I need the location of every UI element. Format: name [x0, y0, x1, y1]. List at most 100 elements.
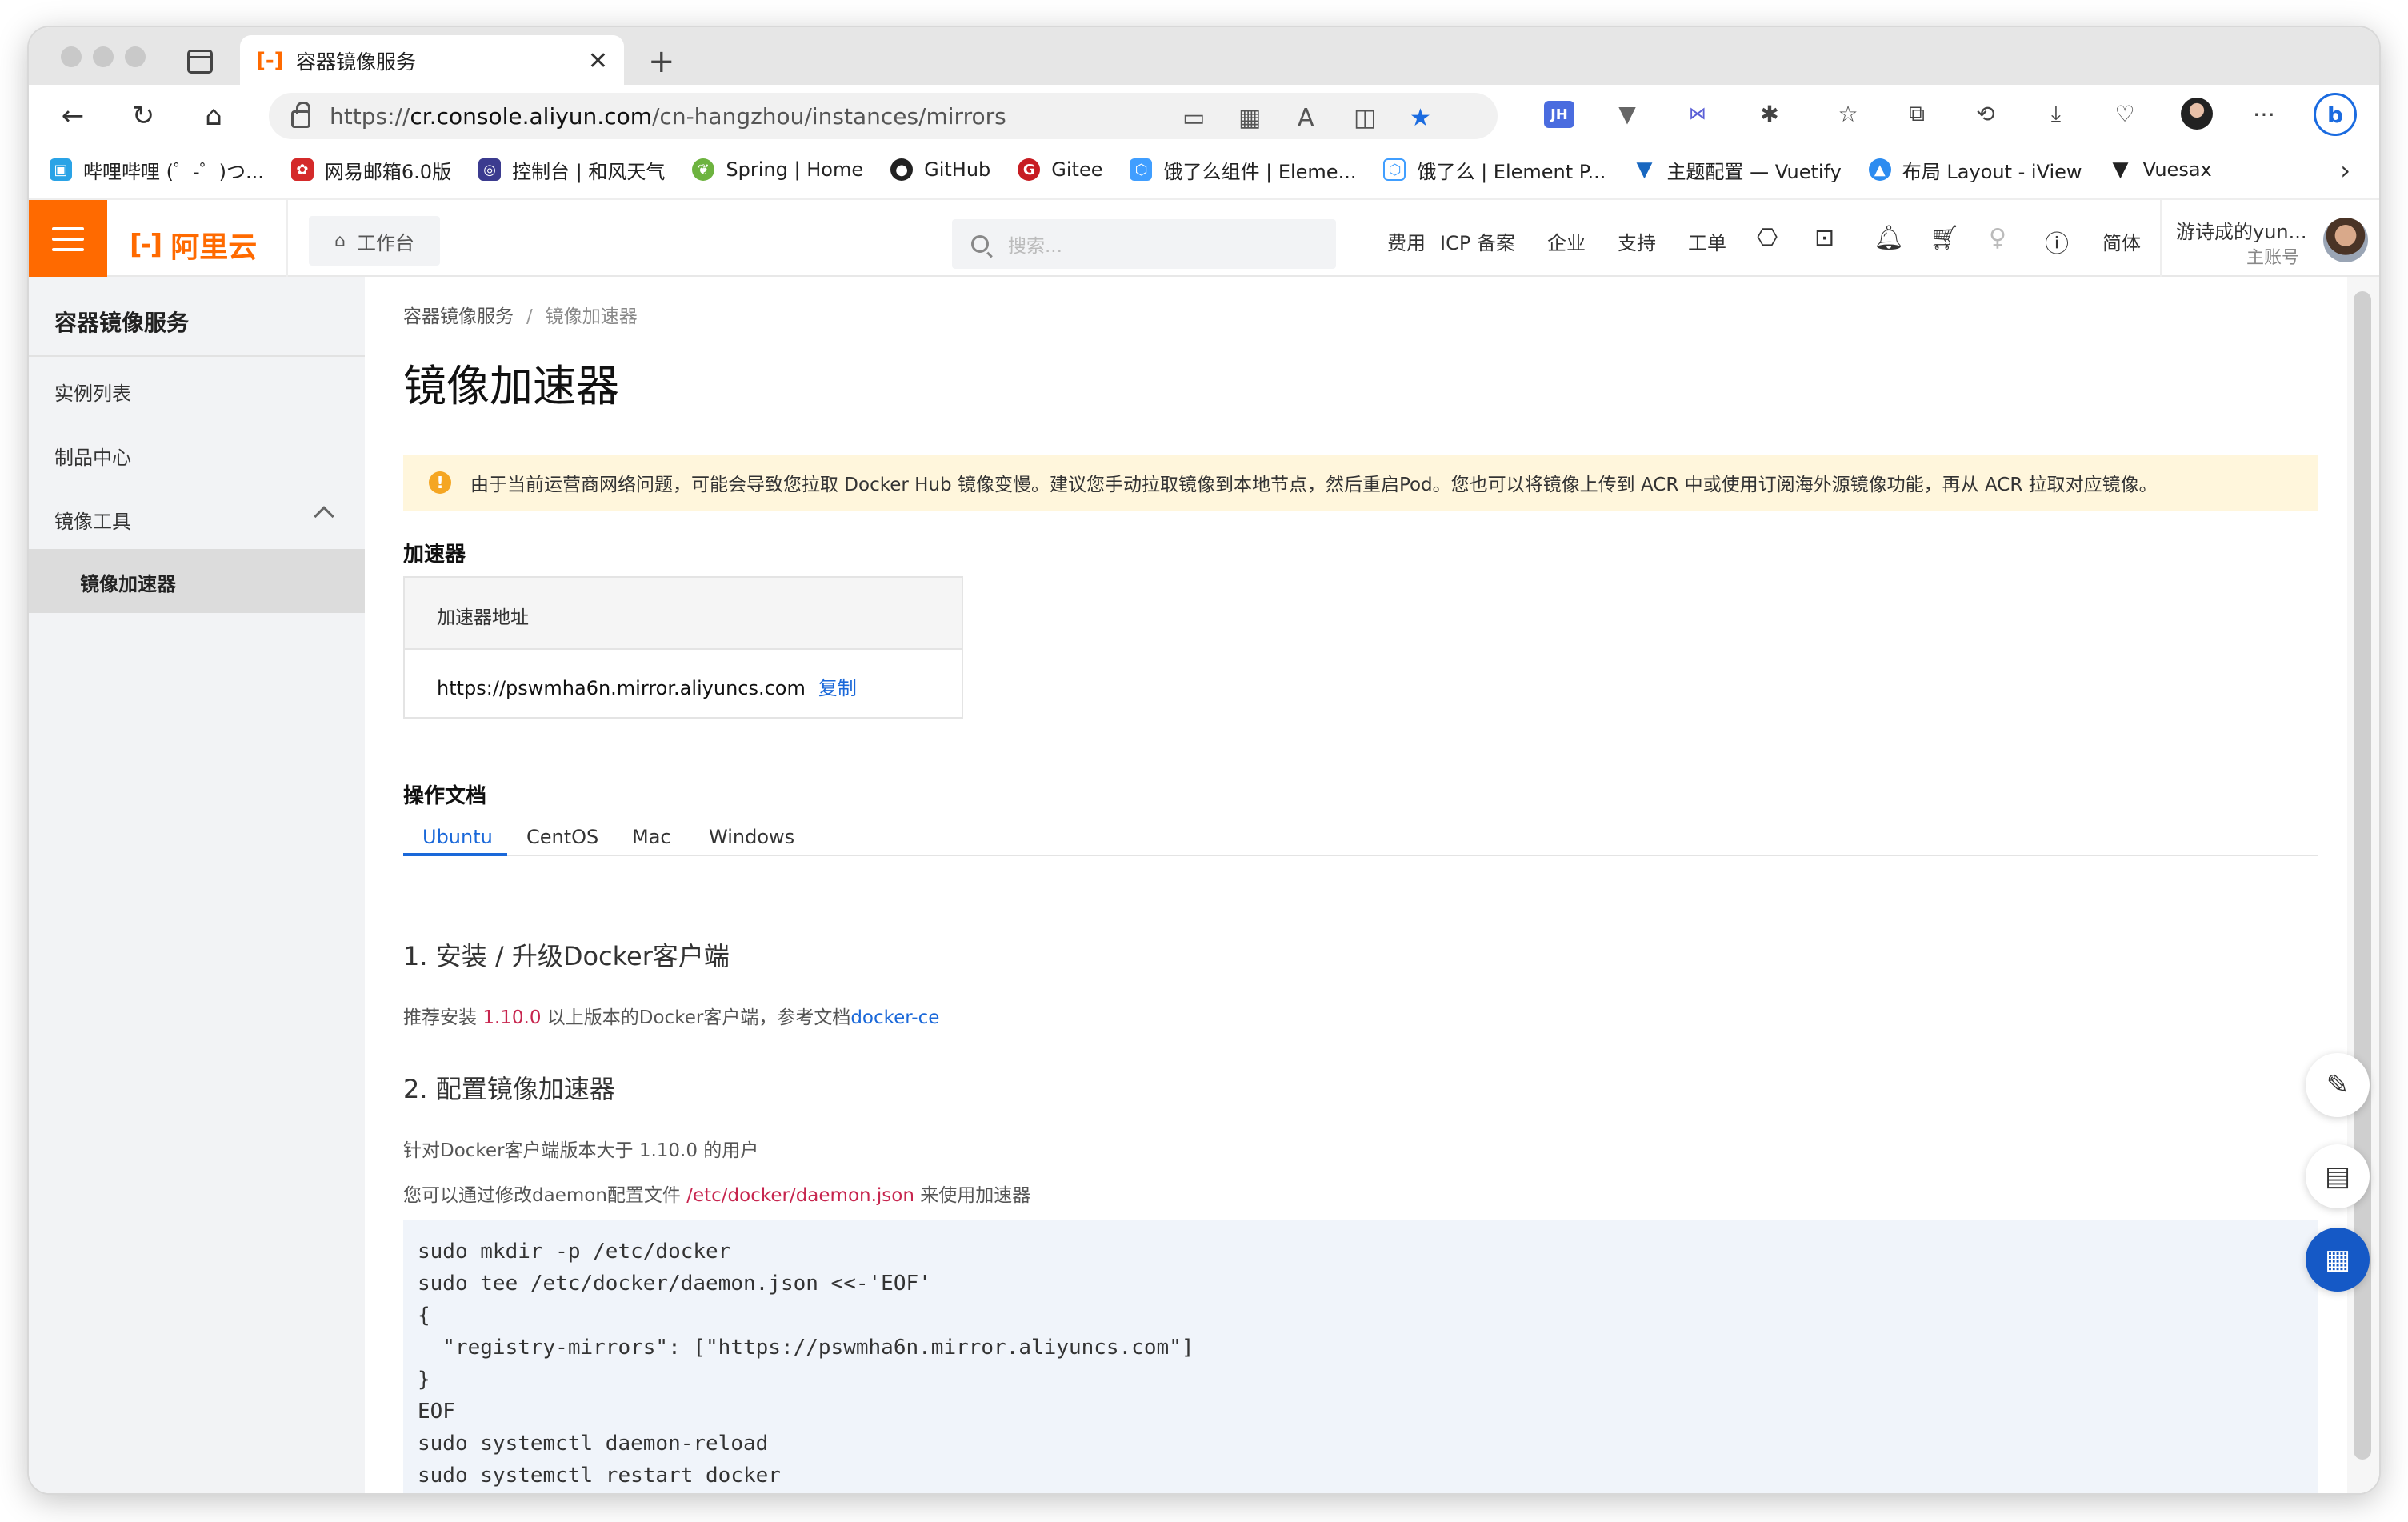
sidebar-title: 容器镜像服务: [54, 310, 190, 336]
language-switch[interactable]: 简体: [2102, 227, 2141, 255]
tab-actions-icon[interactable]: [187, 50, 213, 74]
refresh-icon[interactable]: ↻: [125, 98, 162, 134]
step1-text: 推荐安装 1.10.0 以上版本的Docker客户端，参考文档docker-ce: [403, 1007, 940, 1028]
step2-text-1: 针对Docker客户端版本大于 1.10.0 的用户: [403, 1140, 759, 1161]
collections-icon[interactable]: ⧉: [1901, 98, 1933, 130]
extension-icon[interactable]: ⋈: [1682, 98, 1714, 130]
notice-text: 由于当前运营商网络问题，可能会导致您拉取 Docker Hub 镜像变慢。建议您…: [470, 475, 2158, 495]
divider: [29, 355, 365, 357]
address-bar[interactable]: https://cr.console.aliyun.com/cn-hangzho…: [269, 93, 1498, 139]
bookmark-github[interactable]: ● GitHub: [890, 158, 990, 181]
user-name[interactable]: 游诗成的yun...: [2176, 216, 2307, 244]
breadcrumb-separator: /: [526, 306, 533, 327]
home-icon[interactable]: ⌂: [195, 98, 232, 134]
terminal-icon[interactable]: ⊡: [1814, 224, 1834, 252]
tab-ubuntu[interactable]: Ubuntu: [422, 826, 493, 848]
chevron-right-icon[interactable]: ›: [2340, 155, 2350, 186]
aliyun-logo-icon: [-]: [130, 229, 162, 261]
docs-heading: 操作文档: [403, 784, 487, 808]
profile-avatar[interactable]: [2181, 98, 2213, 130]
tab-windows[interactable]: Windows: [709, 826, 794, 848]
tab-mac[interactable]: Mac: [632, 826, 671, 848]
minimize-window-button[interactable]: [93, 46, 114, 67]
tab-centos[interactable]: CentOS: [526, 826, 598, 848]
close-window-button[interactable]: [61, 46, 82, 67]
sidebar-item-artifacts[interactable]: 制品中心: [54, 442, 131, 470]
browser-tab[interactable]: [-] 容器镜像服务 ✕: [240, 35, 624, 86]
notification-bell-icon[interactable]: 🔔︎: [1874, 224, 1904, 252]
aliyun-favicon-icon: [-]: [256, 49, 284, 73]
favorite-star-icon[interactable]: ★: [1410, 104, 1431, 132]
jh-extension-icon[interactable]: JH: [1544, 101, 1574, 128]
split-screen-icon[interactable]: ◫: [1354, 104, 1376, 132]
search-input[interactable]: 搜索...: [952, 219, 1336, 269]
cart-icon[interactable]: 🛒︎: [1930, 224, 1960, 252]
back-icon[interactable]: ←: [54, 98, 91, 134]
aliyun-logo[interactable]: [-] 阿里云: [130, 224, 257, 266]
extensions-puzzle-icon[interactable]: ✱: [1754, 98, 1786, 130]
help-icon[interactable]: ⓘ: [2045, 224, 2069, 259]
performance-icon[interactable]: ♡: [2109, 98, 2141, 130]
docker-ce-link[interactable]: docker-ce: [850, 1007, 939, 1028]
bilibili-icon: ▣: [50, 158, 72, 181]
vue-devtools-icon[interactable]: ▼: [1611, 98, 1643, 130]
link-billing[interactable]: 费用: [1387, 227, 1426, 255]
favorites-icon[interactable]: ☆: [1832, 98, 1864, 130]
main-content: 容器镜像服务 / 镜像加速器 镜像加速器 ! 由于当前运营商网络问题，可能会导致您拉…: [365, 277, 2379, 1493]
sidebar-item-accelerator[interactable]: 镜像加速器: [29, 549, 365, 613]
workbench-button[interactable]: ⌂ 工作台: [309, 216, 440, 266]
bookmark-163mail[interactable]: ✿ 网易邮箱6.0版: [290, 156, 451, 184]
copy-link[interactable]: 复制: [818, 677, 857, 699]
bookmark-element-plus[interactable]: ⬡ 饿了么 | Element P...: [1383, 156, 1606, 184]
lock-icon: [291, 102, 310, 128]
bookmark-spring[interactable]: ❦ Spring | Home: [692, 158, 863, 181]
sidebar-item-instances[interactable]: 实例列表: [54, 378, 131, 406]
url-prefix: https://: [330, 102, 410, 130]
new-tab-icon[interactable]: +: [648, 43, 675, 80]
zoom-window-button[interactable]: [125, 46, 146, 67]
more-icon[interactable]: ⋯: [2248, 98, 2280, 130]
hamburger-menu-button[interactable]: [29, 200, 107, 278]
avatar[interactable]: [2323, 218, 2368, 262]
read-aloud-icon[interactable]: A: [1298, 104, 1314, 132]
divider: [2160, 200, 2162, 278]
history-icon[interactable]: ⟲: [1970, 98, 2002, 130]
apps-grid-icon[interactable]: ▦: [2306, 1228, 2370, 1292]
gitee-icon: G: [1018, 158, 1041, 181]
link-icp[interactable]: ICP 备案: [1440, 227, 1515, 255]
lightbulb-icon[interactable]: ♀: [1989, 224, 2006, 252]
bookmark-qweather[interactable]: ◎ 控制台 | 和风天气: [478, 156, 665, 184]
bookmark-gitee[interactable]: G Gitee: [1018, 158, 1102, 181]
device-icon[interactable]: ▭: [1182, 104, 1205, 132]
chat-icon[interactable]: ▤: [2306, 1144, 2370, 1208]
active-tab-indicator: [403, 853, 507, 856]
bookmark-iview[interactable]: ▲ 布局 Layout - iView: [1868, 156, 2082, 184]
link-support[interactable]: 支持: [1618, 227, 1656, 255]
chevron-up-icon[interactable]: [314, 506, 334, 527]
bookmark-element-ui[interactable]: ⬡ 饿了么组件 | Eleme...: [1130, 156, 1356, 184]
cloud-shell-icon[interactable]: ⎔: [1757, 224, 1778, 252]
bookmark-vuesax[interactable]: ▼ Vuesax: [2109, 158, 2212, 182]
bookmark-vuetify[interactable]: ▼ 主题配置 — Vuetify: [1633, 156, 1842, 184]
code-block[interactable]: sudo mkdir -p /etc/docker sudo tee /etc/…: [403, 1220, 2318, 1493]
bookmark-bilibili[interactable]: ▣ 哔哩哔哩 (゜-゜)つ...: [50, 156, 264, 184]
link-ticket[interactable]: 工单: [1688, 227, 1726, 255]
close-tab-icon[interactable]: ✕: [588, 47, 608, 75]
divider: [286, 200, 288, 278]
sidebar: 容器镜像服务 实例列表 制品中心 镜像工具 镜像加速器: [29, 277, 365, 1493]
vuetify-icon: ▼: [1633, 158, 1656, 182]
breadcrumb-root[interactable]: 容器镜像服务: [403, 306, 514, 327]
breadcrumb-current: 镜像加速器: [545, 306, 638, 327]
bookmarks-bar: ▣ 哔哩哔哩 (゜-゜)つ... ✿ 网易邮箱6.0版 ◎ 控制台 | 和风天气 ❦ S…: [29, 147, 2379, 192]
sidebar-item-image-tools[interactable]: 镜像工具: [54, 506, 131, 534]
search-icon: [971, 235, 989, 253]
url-path: /cn-hangzhou/instances/mirrors: [652, 102, 1006, 130]
edit-feedback-icon[interactable]: ✎: [2306, 1053, 2370, 1117]
warning-icon: !: [429, 471, 451, 494]
bing-copilot-icon[interactable]: b: [2314, 93, 2357, 136]
step1-title: 1. 安装 / 升级Docker客户端: [403, 941, 730, 971]
apps-icon[interactable]: ▦: [1238, 104, 1261, 132]
link-enterprise[interactable]: 企业: [1547, 227, 1586, 255]
downloads-icon[interactable]: ⤓: [2040, 98, 2072, 130]
element-plus-icon: ⬡: [1383, 158, 1406, 181]
